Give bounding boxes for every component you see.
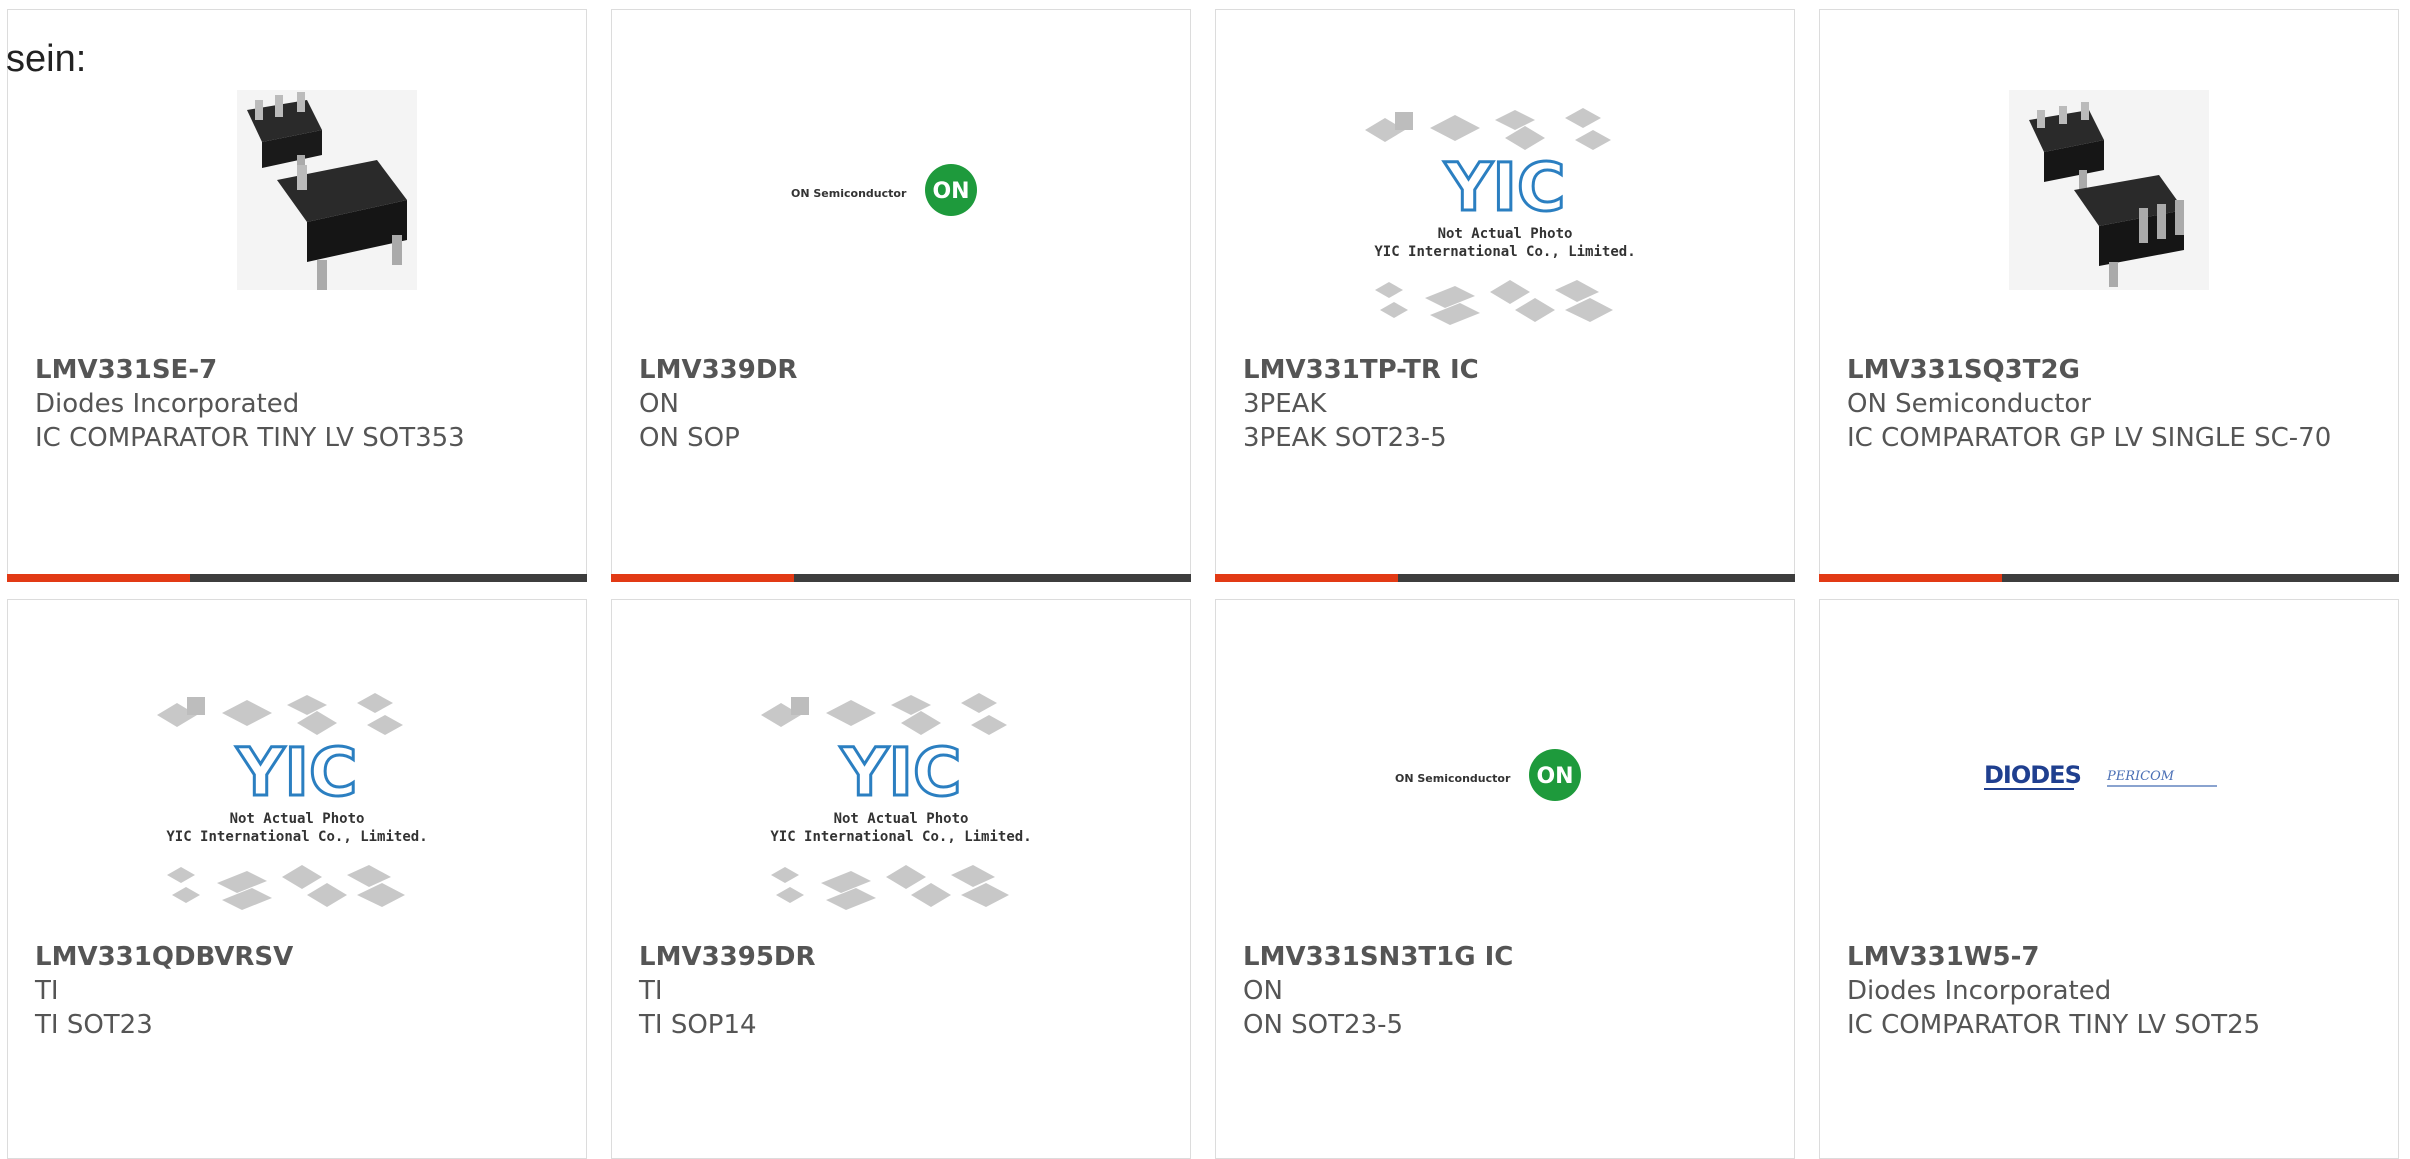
product-card[interactable]: LMV331SQ3T2G ON Semiconductor IC COMPARA… [1819,9,2399,582]
intro-text: sein: [6,38,87,80]
product-card[interactable]: YIC Not Actual Photo YIC International C… [611,599,1191,1159]
product-manufacturer: ON Semiconductor [1847,389,2091,419]
product-manufacturer: 3PEAK [1243,389,1327,419]
product-description: ON SOP [639,423,740,453]
product-info: LMV331W5-7 Diodes Incorporated IC COMPAR… [1847,940,2378,1042]
product-part-number[interactable]: LMV331SN3T1G IC [1243,940,1774,974]
svg-text:DIODES: DIODES [1984,761,2081,789]
product-manufacturer: ON [1243,976,1283,1006]
card-accent-bar [1215,574,1795,582]
product-info: LMV3395DR TI TI SOP14 [639,940,1170,1042]
product-description: TI SOP14 [639,1010,757,1040]
product-description: ON SOT23-5 [1243,1010,1404,1040]
product-part-number[interactable]: LMV331W5-7 [1847,940,2378,974]
svg-text:Not Actual Photo: Not Actual Photo [834,811,969,827]
product-image-chip-photo[interactable] [1959,70,2259,360]
product-manufacturer: Diodes Incorporated [35,389,300,419]
card-accent-bar [611,574,1191,582]
product-grid: LMV331SE-7 Diodes Incorporated IC COMPAR… [0,0,2410,1159]
product-part-number[interactable]: LMV331SE-7 [35,353,566,387]
svg-text:YIC: YIC [236,734,358,811]
product-image-on-logo[interactable]: ON Semiconductor ON [751,70,1051,360]
product-info: LMV331SE-7 Diodes Incorporated IC COMPAR… [35,353,566,455]
product-part-number[interactable]: LMV3395DR [639,940,1170,974]
product-info: LMV331SQ3T2G ON Semiconductor IC COMPARA… [1847,353,2378,455]
product-description: IC COMPARATOR TINY LV SOT25 [1847,1010,2261,1040]
product-manufacturer: ON [639,389,679,419]
svg-text:YIC International Co., Limited: YIC International Co., Limited. [770,829,1031,845]
product-part-number[interactable]: LMV339DR [639,353,1170,387]
product-card[interactable]: YIC Not Actual Photo YIC International C… [7,599,587,1159]
svg-text:YIC International Co., Limited: YIC International Co., Limited. [166,829,427,845]
product-info: LMV331SN3T1G IC ON ON SOT23-5 [1243,940,1774,1042]
product-description: IC COMPARATOR TINY LV SOT353 [35,423,465,453]
product-image-diodes-logo[interactable]: DIODES PERICOM [1959,655,2259,945]
card-accent-bar [7,574,587,582]
product-image-yic-placeholder[interactable]: YIC Not Actual Photo YIC International C… [1355,70,1655,360]
product-card[interactable]: ON Semiconductor ON LMV331SN3T1G IC ON O… [1215,599,1795,1159]
product-card[interactable]: ON Semiconductor ON LMV339DR ON ON SOP [611,9,1191,582]
product-card[interactable]: YIC Not Actual Photo YIC International C… [1215,9,1795,582]
product-card[interactable]: DIODES PERICOM LMV331W5-7 Diodes Incorpo… [1819,599,2399,1159]
card-accent-bar [1819,574,2399,582]
product-description: 3PEAK SOT23-5 [1243,423,1447,453]
product-info: LMV339DR ON ON SOP [639,353,1170,455]
svg-text:ON Semiconductor: ON Semiconductor [791,187,907,200]
product-part-number[interactable]: LMV331SQ3T2G [1847,353,2378,387]
svg-text:Not Actual Photo: Not Actual Photo [230,811,365,827]
product-description: TI SOT23 [35,1010,153,1040]
svg-text:ON: ON [932,179,969,204]
svg-text:YIC International Co., Limited: YIC International Co., Limited. [1374,244,1635,260]
product-image-on-logo[interactable]: ON Semiconductor ON [1355,655,1655,945]
svg-text:YIC: YIC [1444,149,1566,226]
svg-text:PERICOM: PERICOM [2106,769,2175,784]
product-part-number[interactable]: LMV331QDBVRSV [35,940,566,974]
svg-text:Not Actual Photo: Not Actual Photo [1438,226,1573,242]
product-image-yic-placeholder[interactable]: YIC Not Actual Photo YIC International C… [147,655,447,945]
product-description: IC COMPARATOR GP LV SINGLE SC-70 [1847,423,2332,453]
product-manufacturer: TI [35,976,59,1006]
product-info: LMV331QDBVRSV TI TI SOT23 [35,940,566,1042]
svg-text:ON Semiconductor: ON Semiconductor [1395,772,1511,785]
svg-text:ON: ON [1536,764,1573,789]
svg-text:YIC: YIC [840,734,962,811]
product-image-yic-placeholder[interactable]: YIC Not Actual Photo YIC International C… [751,655,1051,945]
product-info: LMV331TP-TR IC 3PEAK 3PEAK SOT23-5 [1243,353,1774,455]
product-image-chip-photo[interactable] [147,70,447,360]
product-manufacturer: Diodes Incorporated [1847,976,2112,1006]
product-card[interactable]: LMV331SE-7 Diodes Incorporated IC COMPAR… [7,9,587,582]
product-manufacturer: TI [639,976,663,1006]
product-part-number[interactable]: LMV331TP-TR IC [1243,353,1774,387]
